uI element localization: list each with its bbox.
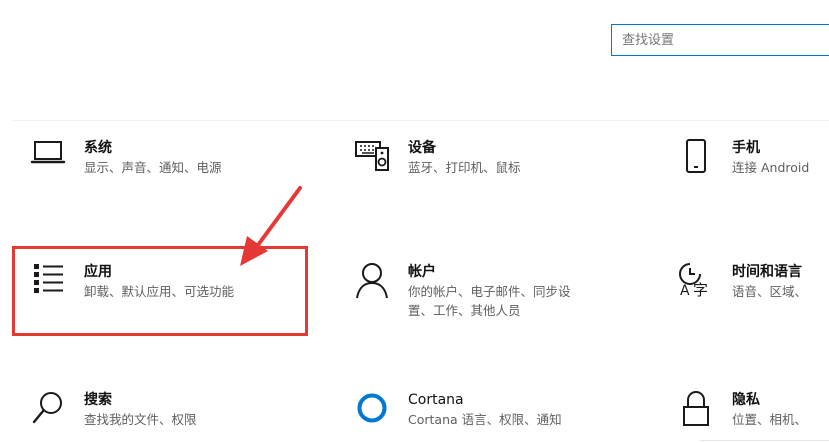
tile-title: 隐私 xyxy=(732,392,760,408)
annotation-highlight-box xyxy=(12,246,308,336)
tile-description: Cortana 语言、权限、通知 xyxy=(408,412,562,427)
search-input[interactable] xyxy=(612,25,829,55)
search-icon xyxy=(24,390,72,434)
keyboard-speaker-icon xyxy=(348,138,396,182)
tile-title: Cortana xyxy=(408,392,464,408)
tile-title: 帐户 xyxy=(408,264,436,280)
settings-home: 系统 显示、声音、通知、电源 设备 蓝牙、打印机、鼠标 手机 xyxy=(0,0,829,443)
tile-title: 手机 xyxy=(732,140,760,156)
lock-icon xyxy=(672,390,720,434)
tile-title: 时间和语言 xyxy=(732,264,802,280)
tile-title: 系统 xyxy=(84,140,112,156)
tile-devices[interactable]: 设备 蓝牙、打印机、鼠标 xyxy=(348,138,521,182)
tile-time-language[interactable]: A 字 时间和语言 语音、区域、 xyxy=(672,262,807,306)
tile-description: 位置、相机、 xyxy=(732,412,808,427)
tile-title: 设备 xyxy=(408,140,436,156)
tile-privacy[interactable]: 隐私 位置、相机、 xyxy=(672,390,807,434)
svg-text:A: A xyxy=(680,283,690,298)
tile-description: 语音、区域、 xyxy=(732,284,808,299)
tile-cortana[interactable]: Cortana Cortana 语言、权限、通知 xyxy=(348,390,562,434)
tile-search[interactable]: 搜索 查找我的文件、权限 xyxy=(24,390,197,434)
annotation-arrow xyxy=(240,186,302,266)
tile-description: 查找我的文件、权限 xyxy=(84,412,197,427)
tile-description: 连接 Android xyxy=(732,160,810,175)
svg-text:字: 字 xyxy=(693,281,708,298)
search-box[interactable] xyxy=(611,24,829,56)
cortana-icon xyxy=(348,390,396,434)
tile-description: 蓝牙、打印机、鼠标 xyxy=(408,160,521,175)
laptop-icon xyxy=(24,138,72,182)
tile-description: 你的帐户、电子邮件、同步设 置、工作、其他人员 xyxy=(408,284,571,318)
tile-title: 搜索 xyxy=(84,392,112,408)
tile-system[interactable]: 系统 显示、声音、通知、电源 xyxy=(24,138,222,182)
divider xyxy=(700,440,829,441)
tile-phone[interactable]: 手机 连接 Android xyxy=(672,138,809,182)
tile-accounts[interactable]: 帐户 你的帐户、电子邮件、同步设 置、工作、其他人员 xyxy=(348,262,571,320)
tile-description: 显示、声音、通知、电源 xyxy=(84,160,222,175)
person-icon xyxy=(348,262,396,306)
time-language-icon: A 字 xyxy=(672,262,720,306)
divider xyxy=(12,120,829,121)
phone-icon xyxy=(672,138,720,182)
